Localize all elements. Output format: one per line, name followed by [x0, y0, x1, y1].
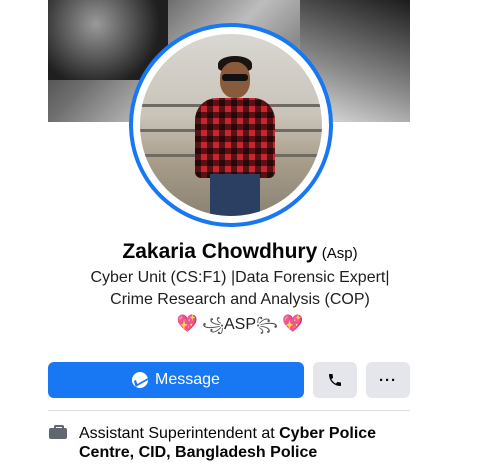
sunglasses: [222, 74, 248, 81]
sparkling-heart-icon: 💖: [282, 314, 304, 333]
bio-decor: 💖 ꧁ASP꧂ 💖: [0, 313, 480, 342]
message-button-label: Message: [155, 371, 220, 388]
swirl-left: ꧁: [202, 316, 224, 332]
decor-text: ASP: [223, 316, 256, 333]
briefcase-body: [49, 428, 67, 439]
message-button[interactable]: Message: [48, 362, 304, 398]
profile-name-suffix: (Asp): [321, 245, 358, 262]
sparkling-heart-icon: 💖: [176, 314, 198, 333]
work-info: Assistant Superintendent at Cyber Police…: [79, 424, 399, 462]
profile-picture[interactable]: [140, 34, 322, 216]
briefcase-icon: [49, 425, 67, 439]
profile-name: Zakaria Chowdhury: [122, 240, 318, 263]
bio-line-1: Cyber Unit (CS:F1) |Data Forensic Expert…: [90, 269, 390, 286]
jeans: [210, 174, 260, 216]
messenger-icon: [132, 372, 149, 388]
call-button[interactable]: [313, 362, 357, 398]
divider: [48, 410, 410, 411]
profile-picture-ring[interactable]: [129, 23, 333, 227]
more-icon: ···: [379, 371, 397, 389]
phone-icon: [329, 374, 341, 386]
swirl-right: ꧂: [256, 316, 278, 332]
plaid-shirt: [195, 98, 275, 178]
work-prefix: Assistant Superintendent at: [79, 425, 280, 442]
profile-name-line: Zakaria Chowdhury (Asp): [0, 240, 480, 264]
bio-line-2: Crime Research and Analysis (COP): [110, 291, 370, 308]
more-options-button[interactable]: ···: [366, 362, 410, 398]
